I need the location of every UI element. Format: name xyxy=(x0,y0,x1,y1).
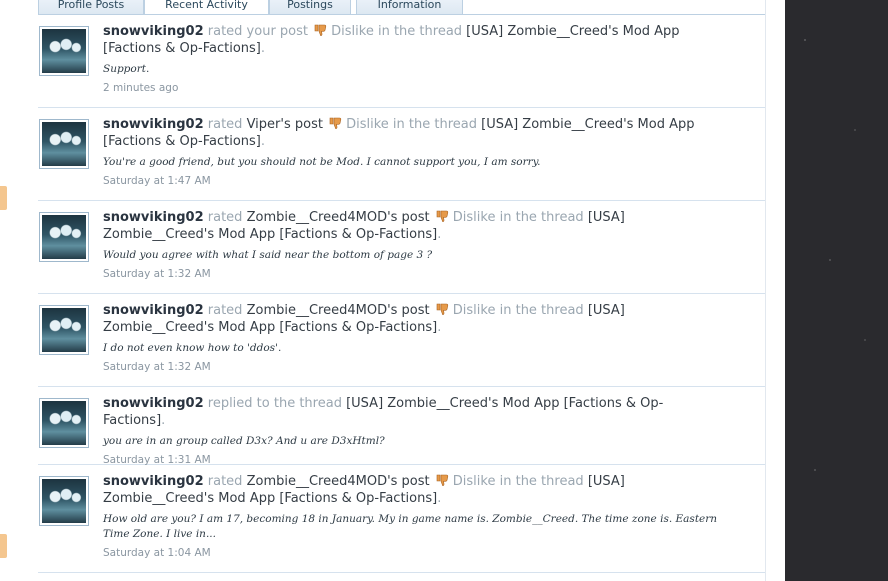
activity-snippet: You're a good friend, but you should not… xyxy=(103,156,541,168)
activity-item: snowviking02 rated Zombie__Creed4MOD's p… xyxy=(38,465,765,573)
activity-body: snowviking02 rated Zombie__Creed4MOD's p… xyxy=(103,473,723,559)
avatar-image xyxy=(42,401,86,445)
username-link[interactable]: snowviking02 xyxy=(103,474,204,489)
activity-item: snowviking02 rated Zombie__Creed4MOD's p… xyxy=(38,201,765,294)
period: . xyxy=(437,491,442,506)
activity-snippet: I do not even know how to 'ddos'. xyxy=(103,342,282,354)
avatar-image xyxy=(42,215,86,259)
avatar[interactable] xyxy=(39,398,89,448)
activity-feed: snowviking02 rated your post Dislike in … xyxy=(38,15,765,573)
activity-item: snowviking02 rated Viper's post Dislike … xyxy=(38,108,765,201)
period: . xyxy=(260,134,266,149)
activity-action: replied to the thread xyxy=(207,396,342,411)
thumbs-down-icon xyxy=(314,24,327,36)
tab-information[interactable]: Information xyxy=(356,0,463,14)
rating-label: Dislike xyxy=(452,303,496,318)
background-panel xyxy=(785,0,888,581)
timestamp[interactable]: Saturday at 1:32 AM xyxy=(103,361,723,373)
activity-snippet: Support. xyxy=(103,63,150,75)
in-thread-text: in the thread xyxy=(499,210,584,225)
tab-recent-activity[interactable]: Recent Activity xyxy=(144,0,269,15)
activity-body: snowviking02 replied to the thread [USA]… xyxy=(103,395,723,466)
period: . xyxy=(260,41,266,56)
username-link[interactable]: snowviking02 xyxy=(103,24,204,39)
avatar[interactable] xyxy=(39,26,89,76)
post-link[interactable]: Viper's post xyxy=(247,117,323,132)
activity-body: snowviking02 rated Zombie__Creed4MOD's p… xyxy=(103,302,723,373)
activity-action: rated xyxy=(207,474,243,489)
activity-summary: snowviking02 rated your post Dislike in … xyxy=(103,23,723,57)
period: . xyxy=(437,320,442,335)
username-link[interactable]: snowviking02 xyxy=(103,117,204,132)
activity-action: rated xyxy=(207,303,243,318)
avatar-image xyxy=(42,479,86,523)
avatar-image xyxy=(42,308,86,352)
avatar[interactable] xyxy=(39,305,89,355)
period: . xyxy=(161,413,166,428)
avatar-image xyxy=(42,122,86,166)
avatar[interactable] xyxy=(39,119,89,169)
timestamp[interactable]: Saturday at 1:04 AM xyxy=(103,547,723,559)
activity-snippet: How old are you? I am 17, becoming 18 in… xyxy=(103,513,718,540)
rating-label: Dislike xyxy=(331,24,374,39)
activity-summary: snowviking02 replied to the thread [USA]… xyxy=(103,395,723,429)
timestamp[interactable]: Saturday at 1:32 AM xyxy=(103,268,723,280)
post-link[interactable]: Zombie__Creed4MOD's post xyxy=(247,210,430,225)
rating-label: Dislike xyxy=(452,210,496,225)
rating-label: Dislike xyxy=(346,117,389,132)
thumbs-down-icon xyxy=(436,303,448,315)
activity-summary: snowviking02 rated Viper's post Dislike … xyxy=(103,116,723,150)
activity-action: rated xyxy=(207,210,243,225)
tab-profile-posts[interactable]: Profile Posts xyxy=(38,0,144,14)
activity-item: snowviking02 rated your post Dislike in … xyxy=(38,15,765,108)
activity-body: snowviking02 rated your post Dislike in … xyxy=(103,23,723,94)
activity-snippet: Would you agree with what I said near th… xyxy=(103,249,433,261)
activity-action: rated your post xyxy=(207,24,308,39)
thumbs-down-icon xyxy=(436,210,448,222)
activity-summary: snowviking02 rated Zombie__Creed4MOD's p… xyxy=(103,209,723,243)
avatar[interactable] xyxy=(39,212,89,262)
username-link[interactable]: snowviking02 xyxy=(103,210,204,225)
sidebar-tab-handle[interactable] xyxy=(0,186,7,210)
thumbs-down-icon xyxy=(436,474,448,486)
timestamp[interactable]: 2 minutes ago xyxy=(103,82,723,94)
rating-label: Dislike xyxy=(452,474,496,489)
tab-postings[interactable]: Postings xyxy=(269,0,351,14)
post-link[interactable]: Zombie__Creed4MOD's post xyxy=(247,474,430,489)
in-thread-text: in the thread xyxy=(377,24,463,39)
in-thread-text: in the thread xyxy=(392,117,477,132)
avatar[interactable] xyxy=(39,476,89,526)
username-link[interactable]: snowviking02 xyxy=(103,303,204,318)
username-link[interactable]: snowviking02 xyxy=(103,396,204,411)
in-thread-text: in the thread xyxy=(499,474,584,489)
activity-action: rated xyxy=(207,117,243,132)
activity-item: snowviking02 replied to the thread [USA]… xyxy=(38,387,765,466)
in-thread-text: in the thread xyxy=(499,303,584,318)
timestamp[interactable]: Saturday at 1:47 AM xyxy=(103,175,723,187)
activity-summary: snowviking02 rated Zombie__Creed4MOD's p… xyxy=(103,473,723,507)
activity-item: snowviking02 rated Zombie__Creed4MOD's p… xyxy=(38,294,765,387)
activity-summary: snowviking02 rated Zombie__Creed4MOD's p… xyxy=(103,302,723,336)
post-link[interactable]: Zombie__Creed4MOD's post xyxy=(247,303,430,318)
sidebar-tab-handle[interactable] xyxy=(0,534,7,558)
thumbs-down-icon xyxy=(329,117,342,129)
activity-snippet: you are in an group called D3x? And u ar… xyxy=(103,435,385,447)
avatar-image xyxy=(42,29,86,73)
profile-tabs: Profile Posts Recent Activity Postings I… xyxy=(38,0,463,15)
activity-body: snowviking02 rated Viper's post Dislike … xyxy=(103,116,723,187)
activity-body: snowviking02 rated Zombie__Creed4MOD's p… xyxy=(103,209,723,280)
period: . xyxy=(437,227,442,242)
